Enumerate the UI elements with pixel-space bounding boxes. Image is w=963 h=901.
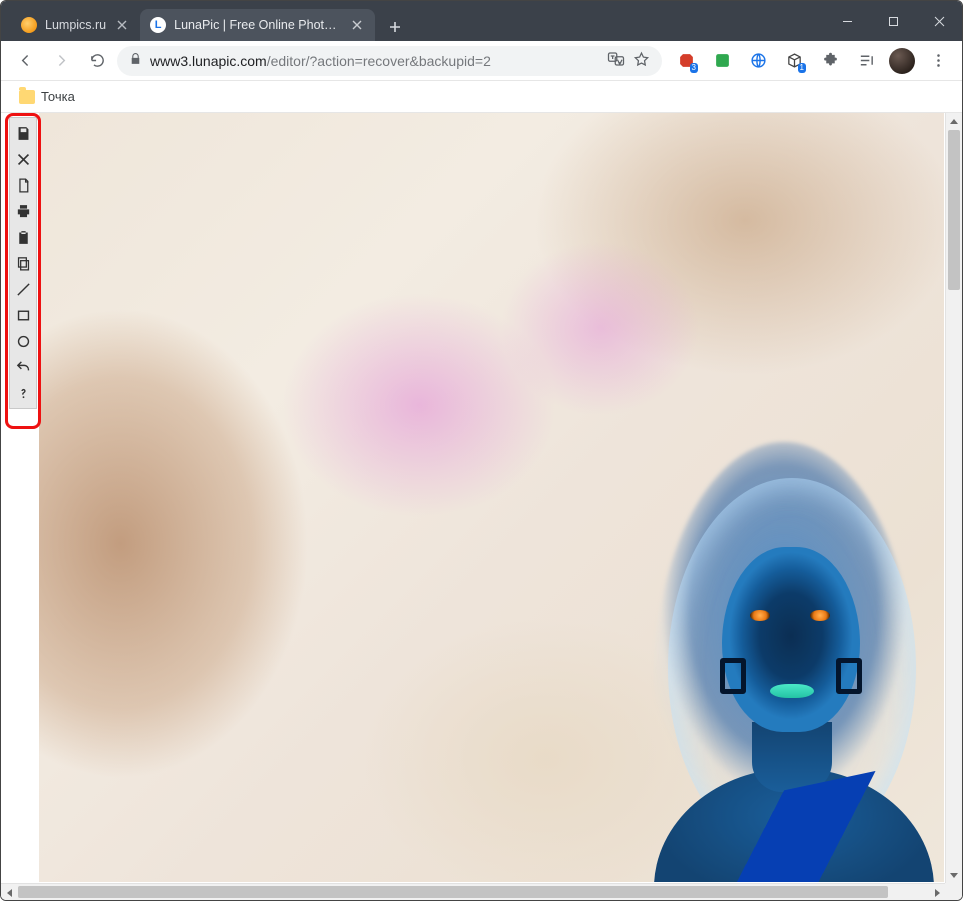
paste-tool[interactable]: [10, 224, 36, 250]
scroll-track[interactable]: [18, 884, 928, 900]
scroll-track[interactable]: [946, 130, 962, 866]
folder-icon: [19, 90, 35, 104]
editor-viewport[interactable]: [39, 113, 944, 882]
print-tool[interactable]: [10, 198, 36, 224]
address-bar[interactable]: www3.lunapic.com/editor/?action=recover&…: [117, 46, 662, 76]
titlebar: Lumpics.ru L LunaPic | Free Online Photo…: [1, 1, 962, 41]
ext-globe-icon[interactable]: [742, 45, 774, 77]
bookmark-label: Точка: [41, 89, 75, 104]
tab-strip: Lumpics.ru L LunaPic | Free Online Photo…: [1, 1, 824, 41]
tab-title: LunaPic | Free Online Photo Editor: [174, 18, 341, 32]
bookmark-tochka[interactable]: Точка: [13, 85, 81, 108]
save-tool[interactable]: [10, 120, 36, 146]
tab-lumpics[interactable]: Lumpics.ru: [11, 9, 140, 41]
omnibox-actions: [607, 50, 650, 71]
circle-tool[interactable]: [10, 328, 36, 354]
extensions-puzzle-icon[interactable]: [814, 45, 846, 77]
chrome-menu-button[interactable]: [922, 45, 954, 77]
extension-icons: 3 1: [666, 45, 954, 77]
url-text: www3.lunapic.com/editor/?action=recover&…: [150, 53, 599, 69]
lock-icon: [129, 52, 142, 69]
reload-button[interactable]: [81, 45, 113, 77]
scroll-left-arrow-icon[interactable]: [1, 884, 18, 900]
close-window-button[interactable]: [916, 1, 962, 41]
edited-image: [39, 113, 944, 882]
forward-button[interactable]: [45, 45, 77, 77]
editor-toolbar: [9, 117, 37, 409]
close-tab-button[interactable]: [114, 17, 130, 33]
line-tool[interactable]: [10, 276, 36, 302]
new-page-tool[interactable]: [10, 172, 36, 198]
undo-tool[interactable]: [10, 354, 36, 380]
scroll-down-arrow-icon[interactable]: [946, 866, 962, 883]
vertical-scrollbar[interactable]: [945, 113, 962, 883]
translate-icon[interactable]: [607, 50, 625, 71]
copy-tool[interactable]: [10, 250, 36, 276]
horizontal-scrollbar[interactable]: [1, 883, 945, 900]
favicon-icon: [21, 17, 37, 33]
ext-cube-icon[interactable]: 1: [778, 45, 810, 77]
close-tab-button[interactable]: [349, 17, 365, 33]
rect-tool[interactable]: [10, 302, 36, 328]
ext-badge: 1: [798, 63, 806, 73]
bookmarks-bar: Точка: [1, 81, 962, 113]
favicon-icon: L: [150, 17, 166, 33]
ext-music-icon[interactable]: [706, 45, 738, 77]
scroll-thumb[interactable]: [18, 886, 888, 898]
scroll-up-arrow-icon[interactable]: [946, 113, 962, 130]
window-controls: [824, 1, 962, 41]
page-content: [1, 113, 962, 900]
new-tab-button[interactable]: [381, 13, 409, 41]
tab-title: Lumpics.ru: [45, 18, 106, 32]
bookmark-star-icon[interactable]: [633, 51, 650, 71]
ext-adblock-icon[interactable]: 3: [670, 45, 702, 77]
scroll-thumb[interactable]: [948, 130, 960, 290]
back-button[interactable]: [9, 45, 41, 77]
scroll-right-arrow-icon[interactable]: [928, 884, 945, 900]
toolbar-row: www3.lunapic.com/editor/?action=recover&…: [1, 41, 962, 81]
browser-window: Lumpics.ru L LunaPic | Free Online Photo…: [0, 0, 963, 901]
tab-lunapic[interactable]: L LunaPic | Free Online Photo Editor: [140, 9, 375, 41]
reading-list-icon[interactable]: [850, 45, 882, 77]
cancel-tool[interactable]: [10, 146, 36, 172]
help-tool[interactable]: [10, 380, 36, 406]
profile-avatar[interactable]: [886, 45, 918, 77]
maximize-button[interactable]: [870, 1, 916, 41]
scroll-corner: [945, 883, 962, 900]
portrait-subject: [614, 432, 944, 882]
minimize-button[interactable]: [824, 1, 870, 41]
ext-badge: 3: [690, 63, 698, 73]
